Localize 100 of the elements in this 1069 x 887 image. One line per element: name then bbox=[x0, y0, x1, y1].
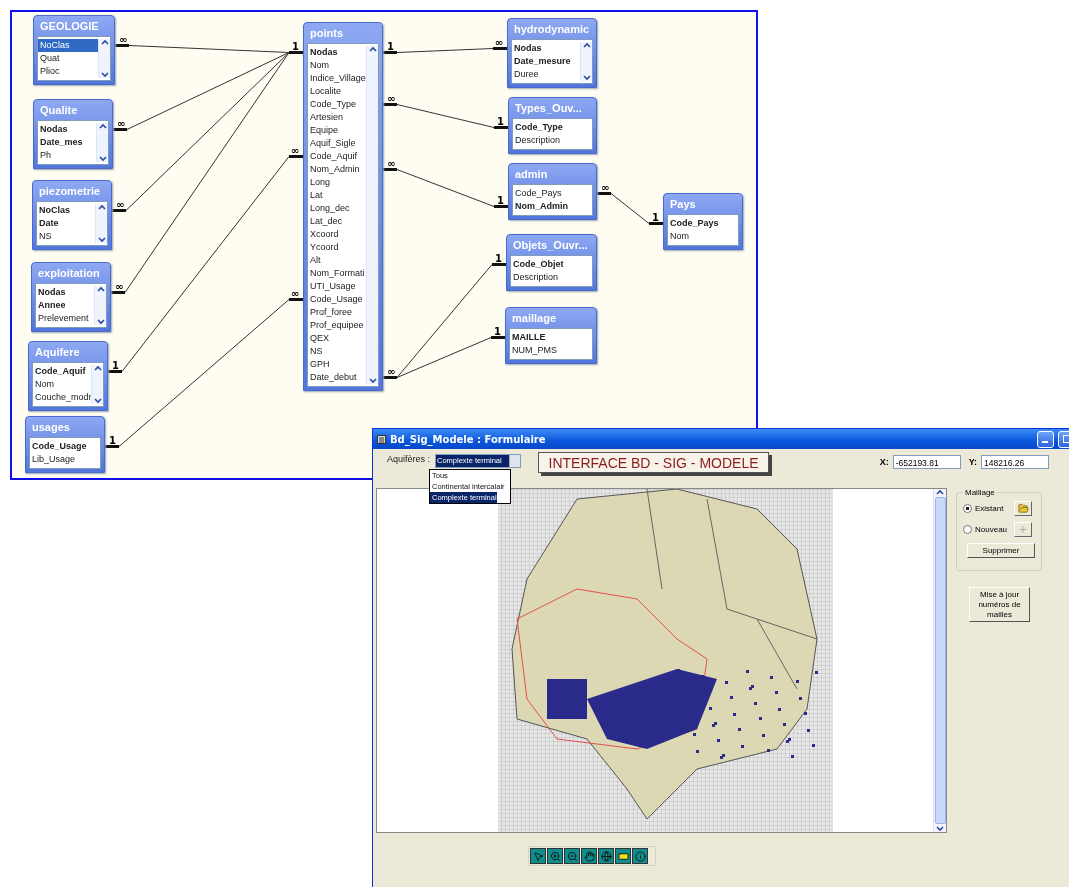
relationship-line[interactable] bbox=[383, 336, 505, 379]
field-name[interactable]: Description bbox=[513, 134, 592, 147]
zoom-out-tool-button[interactable] bbox=[564, 848, 580, 864]
scroll-up-icon[interactable] bbox=[368, 46, 377, 52]
field-name[interactable]: Long bbox=[308, 176, 366, 189]
table-window[interactable]: maillage MAILLE NUM_PMS bbox=[505, 307, 597, 364]
field-name[interactable]: Nodas bbox=[38, 123, 96, 136]
relationship-line[interactable] bbox=[597, 192, 663, 225]
minimize-button[interactable] bbox=[1037, 430, 1054, 448]
table-window[interactable]: GEOLOGIE NoClas Quat Plioc bbox=[33, 15, 115, 85]
info-tool-button[interactable] bbox=[632, 848, 648, 864]
rectangle-tool-button[interactable] bbox=[615, 848, 631, 864]
field-name[interactable]: Prof_foree bbox=[308, 306, 366, 319]
field-name[interactable]: Date bbox=[37, 217, 95, 230]
scroll-down-icon[interactable] bbox=[582, 75, 591, 81]
field-name[interactable]: Lib_Usage bbox=[30, 453, 100, 466]
table-window[interactable]: Aquifere Code_Aquif Nom Couche_modr bbox=[28, 341, 108, 411]
table-window[interactable]: Types_Ouv... Code_Type Description bbox=[508, 97, 597, 154]
field-name[interactable]: Localite bbox=[308, 85, 366, 98]
pointer-tool-button[interactable] bbox=[530, 848, 546, 864]
relationship-line[interactable] bbox=[383, 103, 508, 129]
table-window[interactable]: hydrodynamic Nodas Date_mesure Duree bbox=[507, 18, 597, 88]
field-name[interactable]: UTI_Usage bbox=[308, 280, 366, 293]
radio-button[interactable] bbox=[963, 525, 972, 534]
field-name[interactable]: Code_Usage bbox=[308, 293, 366, 306]
table-window[interactable]: Qualite Nodas Date_mes Ph bbox=[33, 99, 113, 169]
field-name[interactable]: Ph bbox=[38, 149, 96, 162]
field-name[interactable]: Annee bbox=[36, 299, 94, 312]
y-field[interactable]: 148216.26 bbox=[981, 455, 1049, 469]
table-window[interactable]: exploitation Nodas Annee Prelevement bbox=[31, 262, 111, 332]
field-name[interactable]: Description bbox=[511, 271, 592, 284]
field-name[interactable]: Code_Objet bbox=[511, 258, 592, 271]
field-name[interactable]: Prelevement bbox=[36, 312, 94, 325]
scroll-up-icon[interactable] bbox=[98, 123, 107, 129]
scroll-down-icon[interactable] bbox=[100, 72, 109, 78]
scroll-up-icon[interactable] bbox=[97, 204, 106, 210]
zoom-in-tool-button[interactable] bbox=[547, 848, 563, 864]
field-name[interactable]: QEX bbox=[308, 332, 366, 345]
field-name[interactable]: Code_Aquif bbox=[308, 150, 366, 163]
field-name[interactable]: GPH bbox=[308, 358, 366, 371]
relationship-line[interactable] bbox=[115, 44, 303, 54]
scroll-up-icon[interactable] bbox=[582, 42, 591, 48]
hand-tool-button[interactable] bbox=[581, 848, 597, 864]
table-window[interactable]: piezometrie NoClas Date NS bbox=[32, 180, 112, 250]
scrollbar[interactable] bbox=[95, 204, 107, 243]
field-name[interactable]: Couche_modr bbox=[33, 391, 91, 404]
field-name[interactable]: Quat bbox=[38, 52, 98, 65]
scroll-down-icon[interactable] bbox=[97, 237, 106, 243]
scroll-down-icon[interactable] bbox=[96, 319, 105, 325]
delete-button[interactable]: Supprimer bbox=[967, 543, 1035, 558]
scroll-up-icon[interactable] bbox=[93, 365, 102, 371]
field-name[interactable]: Aquif_Sigle bbox=[308, 137, 366, 150]
x-field[interactable]: -652193.81 bbox=[892, 455, 961, 469]
table-window[interactable] bbox=[303, 22, 383, 391]
field-name[interactable]: Indice_Village bbox=[308, 72, 366, 85]
field-name[interactable]: Code_Usage bbox=[30, 440, 100, 453]
field-name[interactable]: Date_debut bbox=[308, 371, 366, 384]
field-name[interactable]: NS bbox=[308, 345, 366, 358]
field-name[interactable]: Nom_Admin bbox=[513, 200, 592, 213]
scroll-up-icon[interactable] bbox=[100, 39, 109, 45]
field-name[interactable]: MAILLE bbox=[510, 331, 592, 344]
field-name[interactable]: Prof_equipee bbox=[308, 319, 366, 332]
field-name[interactable]: Xcoord bbox=[308, 228, 366, 241]
field-name[interactable]: Duree bbox=[512, 68, 580, 81]
field-name[interactable]: Code_Type bbox=[513, 121, 592, 134]
scroll-down-icon[interactable] bbox=[93, 398, 102, 404]
field-name[interactable]: Nom bbox=[668, 230, 738, 243]
table-window[interactable]: Pays Code_Pays Nom bbox=[663, 193, 743, 250]
scrollbar[interactable] bbox=[96, 123, 108, 162]
scrollbar[interactable] bbox=[933, 489, 946, 832]
update-button[interactable]: Mise à jour numéros de mailles bbox=[969, 587, 1030, 622]
scroll-down-icon[interactable] bbox=[98, 156, 107, 162]
table-window[interactable]: admin Code_Pays Nom_Admin bbox=[508, 163, 597, 220]
field-name[interactable]: Artesien bbox=[308, 111, 366, 124]
scrollbar[interactable] bbox=[91, 365, 103, 404]
field-name[interactable]: Nodas bbox=[512, 42, 580, 55]
field-name[interactable]: NoClas bbox=[37, 204, 95, 217]
field-name[interactable]: Nom_Admin bbox=[308, 163, 366, 176]
field-name[interactable]: Code_Pays bbox=[668, 217, 738, 230]
field-name[interactable]: Code_Pays bbox=[513, 187, 592, 200]
table-window[interactable]: Objets_Ouvr... Code_Objet Description bbox=[506, 234, 597, 291]
field-name[interactable]: Code_Type bbox=[308, 98, 366, 111]
field-name[interactable]: Nom_Formati bbox=[308, 267, 366, 280]
relationship-line[interactable] bbox=[383, 168, 508, 208]
scrollbar[interactable] bbox=[94, 286, 106, 325]
radio-button[interactable] bbox=[963, 504, 972, 513]
field-name[interactable]: Nodas bbox=[308, 46, 366, 59]
field-name[interactable]: Ycoord bbox=[308, 241, 366, 254]
field-name[interactable]: Code_Aquif bbox=[33, 365, 91, 378]
field-name[interactable]: Date_mes bbox=[38, 136, 96, 149]
field-name[interactable]: Plioc bbox=[38, 65, 98, 78]
scroll-up-icon[interactable] bbox=[936, 489, 944, 495]
scroll-down-icon[interactable] bbox=[368, 378, 377, 384]
field-name[interactable]: Equipe bbox=[308, 124, 366, 137]
scroll-down-icon[interactable] bbox=[936, 826, 944, 832]
field-name[interactable]: NS bbox=[37, 230, 95, 243]
field-name[interactable]: Lat_dec bbox=[308, 215, 366, 228]
field-name[interactable]: Long_dec bbox=[308, 202, 366, 215]
scrollbar[interactable] bbox=[580, 42, 592, 81]
scrollbar[interactable] bbox=[98, 39, 110, 78]
